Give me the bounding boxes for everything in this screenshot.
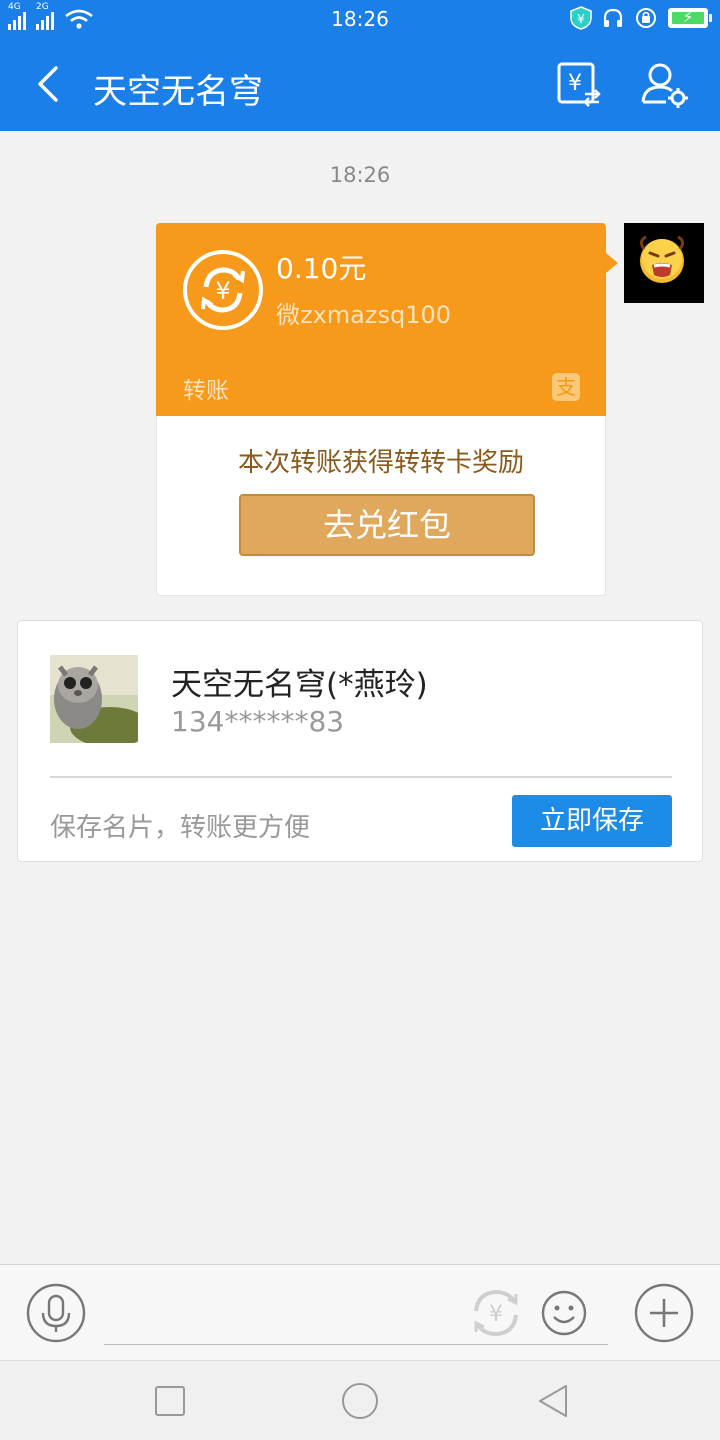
card-divider xyxy=(50,776,672,778)
transfer-amount: 0.10元 xyxy=(276,252,367,285)
message-input[interactable] xyxy=(104,1285,608,1345)
save-contact-button[interactable]: 立即保存 xyxy=(512,795,672,847)
status-bar: 4G 2G 18:26 ¥ ⚡ xyxy=(0,0,720,36)
back-arrow-icon[interactable] xyxy=(30,62,70,106)
save-contact-hint: 保存名片，转账更方便 xyxy=(50,813,311,843)
transfer-message-bubble[interactable]: ¥ 0.10元 微zxmazsq100 转账 支 本次转账获得转转卡奖励 去兑红… xyxy=(156,223,618,596)
plus-icon[interactable] xyxy=(634,1283,694,1343)
svg-text:¥: ¥ xyxy=(577,12,585,26)
redeem-red-packet-button[interactable]: 去兑红包 xyxy=(239,494,535,556)
profile-settings-icon[interactable] xyxy=(640,60,690,110)
microphone-icon[interactable] xyxy=(26,1283,86,1343)
svg-text:¥: ¥ xyxy=(568,71,582,96)
contact-phone: 134******83 xyxy=(171,705,345,738)
message-input-bar: ¥ xyxy=(0,1264,720,1360)
contact-card[interactable]: 天空无名穹(*燕玲) 134******83 保存名片，转账更方便 立即保存 xyxy=(17,620,703,862)
alipay-logo-icon: 支 xyxy=(552,373,580,401)
contact-photo xyxy=(50,655,138,743)
transfer-coin-icon: ¥ xyxy=(183,250,263,330)
transfer-summary[interactable]: ¥ 0.10元 微zxmazsq100 转账 支 xyxy=(156,223,606,416)
chat-header: 天空无名穹 ¥ xyxy=(0,36,720,131)
emoji-icon[interactable] xyxy=(540,1289,588,1337)
message-timestamp: 18:26 xyxy=(329,163,391,187)
transfer-type-label: 转账 xyxy=(183,378,229,404)
recent-apps-icon[interactable] xyxy=(150,1381,190,1421)
reward-text: 本次转账获得转转卡奖励 xyxy=(237,448,524,478)
headphones-icon xyxy=(603,8,623,27)
avatar[interactable] xyxy=(624,223,704,303)
rotation-lock-icon xyxy=(636,8,656,28)
transfer-record-icon[interactable]: ¥ xyxy=(555,60,601,108)
system-navigation-bar xyxy=(0,1360,720,1440)
crying-emoji-avatar-icon xyxy=(624,223,704,303)
bubble-tail xyxy=(606,253,618,273)
chat-title: 天空无名穹 xyxy=(93,72,263,112)
transfer-memo: 微zxmazsq100 xyxy=(276,301,452,329)
transfer-reward-section: 本次转账获得转转卡奖励 去兑红包 xyxy=(156,416,606,596)
status-icons: ¥ ⚡ xyxy=(570,6,712,30)
transfer-yuan-icon[interactable]: ¥ xyxy=(470,1287,522,1339)
shield-yuan-icon: ¥ xyxy=(570,6,592,30)
svg-text:¥: ¥ xyxy=(489,1302,503,1327)
home-icon[interactable] xyxy=(340,1381,380,1421)
back-triangle-icon[interactable] xyxy=(534,1381,574,1421)
contact-name: 天空无名穹(*燕玲) xyxy=(171,667,428,703)
flying-squirrel-photo-icon xyxy=(50,655,138,743)
battery-icon: ⚡ xyxy=(668,8,712,28)
svg-text:¥: ¥ xyxy=(215,277,230,305)
